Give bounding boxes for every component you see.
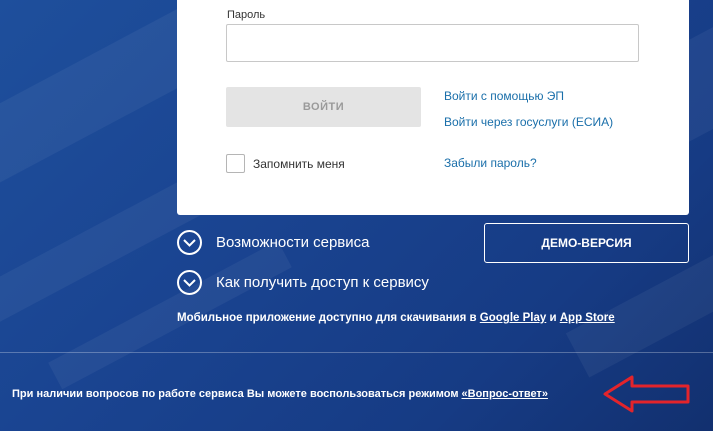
mobile-and-text: и bbox=[546, 312, 560, 324]
remember-me[interactable]: Запомнить меня bbox=[226, 154, 345, 173]
chevron-down-circle-icon bbox=[177, 230, 202, 255]
service-features-label: Возможности сервиса bbox=[216, 234, 370, 251]
footer-help-notice: При наличии вопросов по работе сервиса В… bbox=[12, 388, 548, 400]
mobile-app-notice: Мобильное приложение доступно для скачив… bbox=[177, 312, 615, 324]
remember-me-checkbox[interactable] bbox=[226, 154, 245, 173]
footer-divider bbox=[0, 352, 713, 353]
login-with-esia-link[interactable]: Войти через госуслуги (ЕСИА) bbox=[444, 115, 613, 129]
login-with-ep-link[interactable]: Войти с помощью ЭП bbox=[444, 89, 564, 103]
mobile-app-text: Мобильное приложение доступно для скачив… bbox=[177, 312, 480, 324]
left-arrow-icon bbox=[603, 375, 690, 413]
service-features-toggle[interactable]: Возможности сервиса bbox=[177, 230, 370, 255]
forgot-password-link[interactable]: Забыли пароль? bbox=[444, 156, 537, 170]
access-howto-label: Как получить доступ к сервису bbox=[216, 274, 429, 291]
remember-me-label: Запомнить меня bbox=[253, 156, 345, 171]
password-input[interactable] bbox=[226, 24, 639, 62]
footer-help-text: При наличии вопросов по работе сервиса В… bbox=[12, 388, 462, 400]
qa-link[interactable]: «Вопрос-ответ» bbox=[462, 388, 548, 400]
password-label: Пароль bbox=[227, 9, 266, 21]
chevron-down-circle-icon bbox=[177, 270, 202, 295]
demo-version-button[interactable]: ДЕМО-ВЕРСИЯ bbox=[484, 223, 689, 263]
app-store-link[interactable]: App Store bbox=[560, 312, 615, 324]
google-play-link[interactable]: Google Play bbox=[480, 312, 546, 324]
access-howto-toggle[interactable]: Как получить доступ к сервису bbox=[177, 270, 429, 295]
login-button[interactable]: ВОЙТИ bbox=[226, 87, 421, 127]
login-card: Пароль ВОЙТИ Войти с помощью ЭП Войти че… bbox=[177, 0, 689, 215]
